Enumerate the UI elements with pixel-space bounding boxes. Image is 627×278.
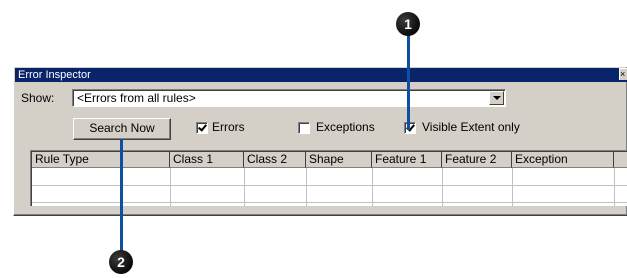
search-now-button[interactable]: Search Now xyxy=(73,118,171,140)
callout-badge-1: 1 xyxy=(396,12,420,36)
column-header-feature-1[interactable]: Feature 1 xyxy=(372,152,442,168)
column-header-rule-type[interactable]: Rule Type xyxy=(32,152,170,168)
visible-extent-checkbox-label: Visible Extent only xyxy=(422,120,520,134)
column-divider xyxy=(442,168,443,206)
column-header-shape[interactable]: Shape xyxy=(306,152,372,168)
error-inspector-window: Error Inspector × Show: <Errors from all… xyxy=(13,66,627,216)
errors-checkbox[interactable] xyxy=(196,122,208,134)
column-divider xyxy=(244,168,245,206)
exceptions-checkbox[interactable] xyxy=(298,122,310,134)
column-header-exception[interactable]: Exception xyxy=(512,152,614,168)
column-header-blank xyxy=(614,152,627,168)
column-divider xyxy=(372,168,373,206)
callout-line-2 xyxy=(120,139,123,251)
column-header-class-2[interactable]: Class 2 xyxy=(244,152,306,168)
column-divider xyxy=(170,168,171,206)
show-dropdown[interactable]: <Errors from all rules> xyxy=(72,89,506,107)
column-divider xyxy=(614,168,615,206)
window-title: Error Inspector xyxy=(18,69,91,81)
callout-line-1 xyxy=(407,34,410,130)
column-header-class-1[interactable]: Class 1 xyxy=(170,152,244,168)
callout-badge-2: 2 xyxy=(109,250,133,274)
chevron-down-icon[interactable] xyxy=(489,91,504,105)
show-dropdown-value: <Errors from all rules> xyxy=(77,91,196,105)
close-icon[interactable]: × xyxy=(619,68,627,80)
errors-checkbox-label: Errors xyxy=(212,120,245,134)
exceptions-checkbox-label: Exceptions xyxy=(316,120,375,134)
column-header-feature-2[interactable]: Feature 2 xyxy=(442,152,512,168)
column-divider xyxy=(512,168,513,206)
show-label: Show: xyxy=(21,91,55,105)
column-divider xyxy=(306,168,307,206)
visible-extent-checkbox[interactable] xyxy=(404,122,416,134)
title-bar: Error Inspector xyxy=(15,68,627,82)
